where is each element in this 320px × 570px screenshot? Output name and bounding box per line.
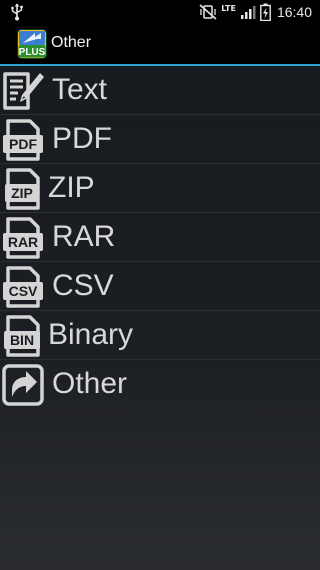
list-item-text[interactable]: Text xyxy=(0,66,320,115)
vibrate-mute-icon xyxy=(199,4,217,20)
binary-file-icon: BIN xyxy=(4,315,40,357)
usb-icon xyxy=(11,3,23,21)
list-item-label: ZIP xyxy=(48,171,95,204)
status-bar: LTE 16:40 xyxy=(0,0,320,24)
list-item-csv[interactable]: CSV CSV xyxy=(0,262,320,311)
list-item-label: Other xyxy=(52,367,128,400)
signal-strength-icon xyxy=(240,6,256,19)
battery-charging-icon xyxy=(260,3,271,21)
list-item-label: CSV xyxy=(52,269,114,302)
file-type-list: Text PDF PDF ZIP ZIP RAR RAR CSV CSV BIN… xyxy=(0,66,320,408)
zip-badge: ZIP xyxy=(11,185,33,201)
pdf-badge: PDF xyxy=(9,136,37,152)
app-icon-text: PLUS xyxy=(19,47,46,58)
text-file-icon xyxy=(3,72,44,110)
rar-badge: RAR xyxy=(8,234,38,250)
csv-badge: CSV xyxy=(9,283,38,299)
screen: LTE 16:40 PLUS Other Text PDF PDF ZIP ZI… xyxy=(0,0,320,570)
clock: 16:40 xyxy=(276,4,312,20)
list-item-binary[interactable]: BIN Binary xyxy=(0,311,320,360)
csv-file-icon: CSV xyxy=(3,266,43,308)
list-item-other[interactable]: Other xyxy=(0,360,320,408)
action-bar: PLUS Other xyxy=(0,24,320,66)
list-item-label: Binary xyxy=(48,318,134,351)
list-item-label: RAR xyxy=(52,220,116,253)
binary-badge: BIN xyxy=(10,332,34,348)
list-item-label: Text xyxy=(52,73,108,106)
zip-file-icon: ZIP xyxy=(5,168,40,210)
list-item-pdf[interactable]: PDF PDF xyxy=(0,115,320,164)
pdf-file-icon: PDF xyxy=(3,119,43,161)
list-item-zip[interactable]: ZIP ZIP xyxy=(0,164,320,213)
network-type-label: LTE xyxy=(221,4,236,13)
list-item-label: PDF xyxy=(52,122,112,155)
page-title: Other xyxy=(51,34,92,51)
list-item-rar[interactable]: RAR RAR xyxy=(0,213,320,262)
other-link-icon xyxy=(2,364,44,406)
app-icon[interactable]: PLUS xyxy=(17,29,47,59)
rar-file-icon: RAR xyxy=(3,217,43,259)
